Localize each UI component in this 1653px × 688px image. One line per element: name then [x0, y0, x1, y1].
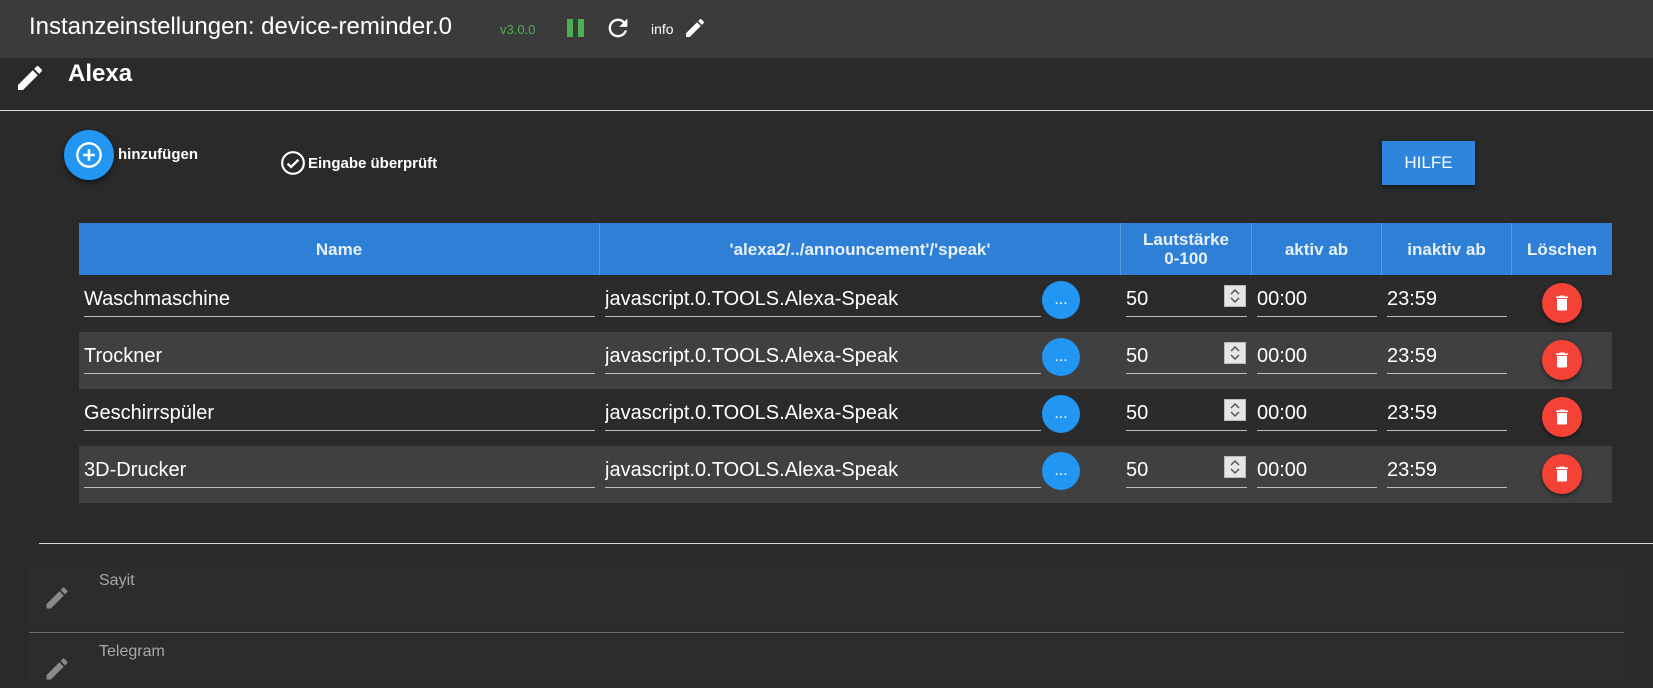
table-row: Trockner javascript.0.TOOLS.Alexa-Speak … — [79, 332, 1612, 389]
active-from-field[interactable]: 00:00 — [1257, 283, 1377, 317]
refresh-icon[interactable] — [604, 14, 632, 42]
table-row: Waschmaschine javascript.0.TOOLS.Alexa-S… — [79, 275, 1612, 332]
col-volume-line2: 0-100 — [1164, 249, 1208, 268]
section-edit-icon — [14, 62, 46, 94]
validation-status: Eingabe überprüft — [308, 155, 438, 172]
panel-label: Telegram — [99, 643, 165, 660]
delete-button[interactable] — [1542, 340, 1582, 380]
inactive-from-field[interactable]: 23:59 — [1387, 340, 1507, 374]
divider — [39, 543, 1653, 544]
name-field[interactable]: Trockner — [84, 340, 595, 374]
page-title: Instanzeinstellungen: device-reminder.0 — [29, 13, 452, 40]
path-field[interactable]: javascript.0.TOOLS.Alexa-Speak — [605, 340, 1041, 374]
path-field[interactable]: javascript.0.TOOLS.Alexa-Speak — [605, 283, 1041, 317]
inactive-from-field[interactable]: 23:59 — [1387, 397, 1507, 431]
edit-icon[interactable] — [683, 16, 707, 40]
panel-sayit[interactable]: Sayit — [29, 562, 1624, 630]
pause-icon[interactable] — [565, 17, 587, 41]
active-from-field[interactable]: 00:00 — [1257, 340, 1377, 374]
table-header: Name 'alexa2/../announcement'/'speak' La… — [79, 223, 1612, 275]
select-id-button[interactable]: ... — [1042, 452, 1080, 490]
select-id-button[interactable]: ... — [1042, 338, 1080, 376]
info-link[interactable]: info — [651, 21, 674, 37]
volume-stepper[interactable] — [1224, 456, 1246, 478]
table-row: 3D-Drucker javascript.0.TOOLS.Alexa-Spea… — [79, 446, 1612, 503]
col-name: Name — [79, 223, 600, 275]
check-circle-icon — [280, 150, 306, 176]
table-row: Geschirrspüler javascript.0.TOOLS.Alexa-… — [79, 389, 1612, 446]
edit-icon — [43, 584, 71, 612]
volume-stepper[interactable] — [1224, 342, 1246, 364]
panel-telegram[interactable]: Telegram — [29, 633, 1624, 686]
path-field[interactable]: javascript.0.TOOLS.Alexa-Speak — [605, 397, 1041, 431]
col-inactive-from: inaktiv ab — [1382, 223, 1512, 275]
delete-button[interactable] — [1542, 283, 1582, 323]
inactive-from-field[interactable]: 23:59 — [1387, 283, 1507, 317]
select-id-button[interactable]: ... — [1042, 281, 1080, 319]
col-path: 'alexa2/../announcement'/'speak' — [600, 223, 1121, 275]
delete-button[interactable] — [1542, 397, 1582, 437]
help-button[interactable]: HILFE — [1382, 141, 1475, 185]
col-delete: Löschen — [1527, 239, 1597, 259]
panel-label: Sayit — [99, 572, 135, 589]
version-label: v3.0.0 — [500, 22, 536, 37]
select-id-button[interactable]: ... — [1042, 395, 1080, 433]
instance-header: Instanzeinstellungen: device-reminder.0 … — [0, 0, 1653, 58]
delete-button[interactable] — [1542, 454, 1582, 494]
section-title: Alexa — [68, 60, 133, 87]
name-field[interactable]: Geschirrspüler — [84, 397, 595, 431]
add-button[interactable] — [64, 130, 114, 180]
path-field[interactable]: javascript.0.TOOLS.Alexa-Speak — [605, 454, 1041, 488]
name-field[interactable]: 3D-Drucker — [84, 454, 595, 488]
volume-stepper[interactable] — [1224, 399, 1246, 421]
volume-stepper[interactable] — [1224, 285, 1246, 307]
divider — [0, 110, 1653, 111]
col-volume-line1: Lautstärke — [1143, 230, 1229, 249]
inactive-from-field[interactable]: 23:59 — [1387, 454, 1507, 488]
col-volume: Lautstärke 0-100 — [1121, 223, 1252, 275]
add-label[interactable]: hinzufügen — [118, 146, 198, 163]
col-active-from: aktiv ab — [1252, 223, 1382, 275]
active-from-field[interactable]: 00:00 — [1257, 454, 1377, 488]
active-from-field[interactable]: 00:00 — [1257, 397, 1377, 431]
edit-icon — [43, 655, 71, 683]
name-field[interactable]: Waschmaschine — [84, 283, 595, 317]
